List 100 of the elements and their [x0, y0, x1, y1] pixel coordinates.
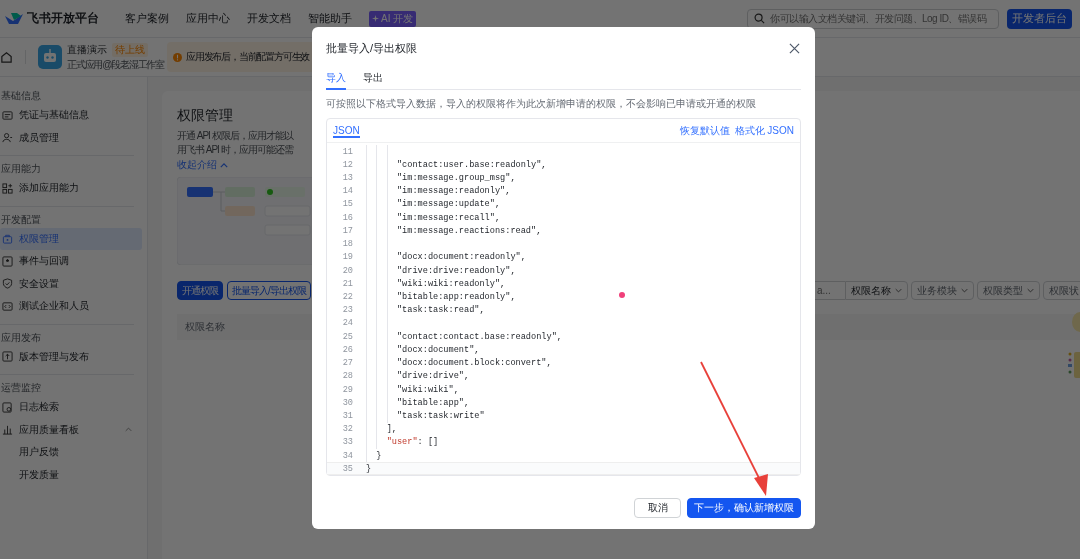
nav-link[interactable]: 开发文档: [247, 11, 291, 26]
filter-label: 权限名称: [851, 283, 891, 298]
code-line: "bitable:app:readonly",: [395, 292, 516, 302]
code-line: "contact:contact.base:readonly",: [395, 331, 562, 342]
cancel-button[interactable]: 取消: [634, 498, 681, 518]
line-number: 23: [341, 305, 353, 316]
cursor-dot: [619, 292, 625, 298]
line-number: 33: [341, 437, 353, 448]
ai-badge[interactable]: AI 开发: [369, 10, 417, 27]
chevron-down-icon: [1027, 288, 1034, 293]
editor-tab[interactable]: JSON: [333, 125, 360, 138]
grid-add-icon: [2, 182, 13, 194]
next-button[interactable]: 下一步，确认新增权限: [687, 498, 801, 518]
code-line: }: [375, 450, 382, 461]
section-label: 应用能力: [0, 162, 42, 176]
code-line: "docx:document:readonly",: [395, 252, 526, 263]
line-number: 29: [341, 384, 353, 395]
code-line: }: [366, 463, 372, 474]
code-line: "drive:drive",: [395, 371, 470, 382]
line-number: 34: [341, 450, 353, 461]
sidebar-label: 事件与回调: [19, 254, 70, 269]
code-line: "im:message.group_msg",: [395, 173, 516, 184]
line-number: 11: [341, 146, 353, 157]
chevron-down-icon: [961, 288, 968, 293]
warning-icon: [173, 52, 182, 62]
line-number: 22: [341, 292, 353, 302]
close-icon[interactable]: [789, 43, 800, 54]
logo-icon: [4, 11, 24, 26]
code-line: "user": []: [385, 437, 439, 448]
sidebar-subitem[interactable]: 开发质量: [0, 463, 59, 486]
line-number: 12: [341, 159, 353, 170]
chevron-down-icon: [895, 288, 902, 293]
badge-text: AI 开发: [381, 11, 414, 26]
filter-dropdown[interactable]: 权限名称: [845, 281, 908, 300]
code-line: "drive:drive:readonly",: [395, 265, 516, 276]
filter-dropdown[interactable]: 业务模块: [911, 281, 974, 300]
section-label: 应用发布: [0, 330, 42, 345]
sidebar-item[interactable]: 权限管理: [0, 227, 142, 250]
collapse-link[interactable]: 收起介绍: [177, 158, 217, 172]
sidebar-item[interactable]: 日志检索: [0, 396, 142, 419]
shield-icon: [2, 278, 13, 290]
line-number: 20: [341, 265, 353, 276]
code-line: "docx:document.block:convert",: [395, 358, 552, 369]
line-number: 26: [341, 344, 353, 355]
page-title: 权限管理: [177, 107, 234, 125]
sidebar-item[interactable]: 测试企业和人员: [0, 295, 142, 318]
code-line: "im:message:recall",: [395, 212, 501, 223]
person-icon: [2, 132, 13, 144]
line-number: 24: [341, 318, 353, 329]
sidebar-subitem[interactable]: 用户反馈: [0, 441, 59, 464]
code-editor[interactable]: [326, 118, 801, 476]
nav-link[interactable]: 客户案例: [125, 11, 169, 26]
chevron-up-icon: [220, 162, 228, 168]
notice-text: 应用发布后，当前配置方可生效: [186, 50, 310, 64]
code-line: "task:task:read",: [395, 305, 485, 316]
nav-link[interactable]: 应用中心: [186, 11, 230, 26]
dialog-tab[interactable]: 导入: [326, 69, 346, 90]
code-line: "im:message:readonly",: [395, 186, 511, 197]
line-number: 18: [341, 239, 353, 250]
sidebar-item[interactable]: 凭证与基础信息: [0, 104, 142, 127]
upload-box-icon: [2, 351, 13, 363]
filter-dropdown[interactable]: 权限状: [1043, 281, 1080, 300]
section-label: 开发配置: [0, 212, 42, 227]
sidebar-label: 应用质量看板: [19, 422, 80, 437]
filter-label: 业务模块: [917, 283, 957, 298]
line-number: 35: [341, 463, 353, 474]
code-line: "wiki:wiki:readonly",: [395, 278, 506, 289]
console-button[interactable]: 开发者后台: [1007, 8, 1072, 29]
editor-action-link[interactable]: 格式化 JSON: [734, 123, 794, 138]
log-search-icon: [2, 401, 13, 413]
app-name: 直播演示: [67, 42, 107, 57]
line-number: 25: [341, 331, 353, 342]
robot-icon: [38, 45, 62, 69]
sidebar-item[interactable]: 安全设置: [0, 272, 142, 295]
id-card-icon: [2, 109, 13, 121]
line-number: 21: [341, 278, 353, 289]
app-subtitle: 正式应用@段老湿工作室: [67, 57, 165, 72]
code-line: ],: [385, 424, 397, 435]
nav-link[interactable]: 智能助手: [308, 11, 352, 26]
dialog-tab[interactable]: 导出: [363, 69, 383, 90]
editor-action-link[interactable]: 恢复默认值: [679, 123, 730, 138]
section-label: 运营监控: [0, 381, 42, 395]
sidebar-label: 日志检索: [19, 400, 60, 415]
bulk-import-button[interactable]: 批量导入/导出权限: [227, 281, 311, 300]
grant-button[interactable]: 开通权限: [177, 281, 223, 300]
line-number: 19: [341, 252, 353, 263]
line-number: 27: [341, 358, 353, 369]
code-line: "contact:user.base:readonly",: [395, 159, 547, 170]
sidebar-label: 安全设置: [19, 276, 60, 291]
sidebar-item[interactable]: 事件与回调: [0, 250, 142, 273]
sidebar-item[interactable]: 版本管理与发布: [0, 345, 142, 368]
code-line: "im:message.reactions:read",: [395, 225, 542, 236]
logo-text[interactable]: 飞书开放平台: [27, 10, 99, 27]
home-icon[interactable]: [0, 50, 13, 64]
sidebar-item[interactable]: 应用质量看板: [0, 418, 142, 441]
line-number: 14: [341, 186, 353, 197]
hint-text: 可按照以下格式导入数据，导入的权限将作为此次新增申请的权限，不会影响已申请或开通的权限: [326, 98, 757, 110]
section-label: 基础信息: [0, 89, 42, 103]
sidebar-item[interactable]: 成员管理: [0, 126, 142, 149]
sidebar-item[interactable]: 添加应用能力: [0, 177, 142, 200]
